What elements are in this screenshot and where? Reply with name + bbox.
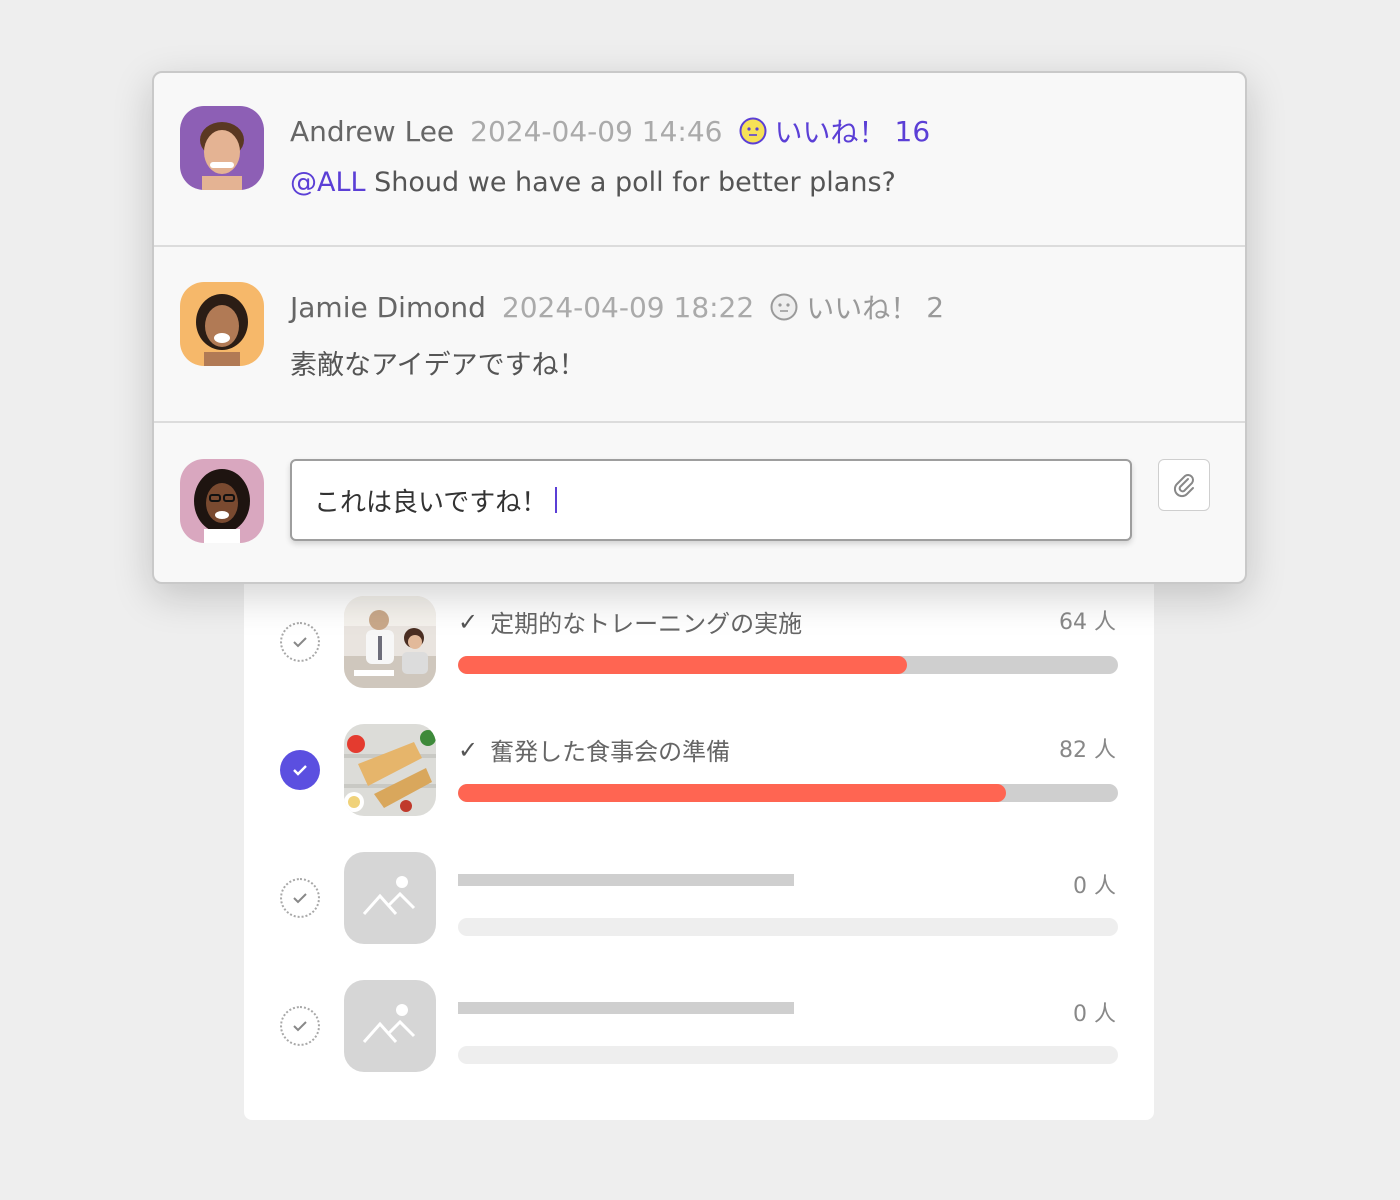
vote-progress-bar xyxy=(458,1046,1118,1064)
divider xyxy=(154,421,1245,423)
timestamp: 2024-04-09 18:22 xyxy=(501,290,755,324)
training-photo xyxy=(344,596,436,688)
image-placeholder-icon xyxy=(362,876,416,915)
like-count: 2 xyxy=(926,290,945,324)
option-label-skeleton xyxy=(458,874,794,886)
like-label: いいね！ xyxy=(806,292,919,325)
image-placeholder xyxy=(344,980,436,1072)
poll-option-text: 定期的なトレーニングの実施 xyxy=(490,610,803,638)
timestamp: 2024-04-09 14:46 xyxy=(470,114,723,148)
attach-button[interactable] xyxy=(1158,459,1210,511)
check-icon xyxy=(293,1021,307,1032)
check-icon xyxy=(293,637,307,648)
emoji-icon xyxy=(770,293,798,321)
option-label-skeleton xyxy=(458,1002,794,1014)
vote-check-button[interactable] xyxy=(280,1006,320,1046)
reply-input-value: これは良いですね！ xyxy=(314,487,548,518)
mention-tag[interactable]: @ALL xyxy=(290,167,366,198)
like-button[interactable]: いいね！ 2 xyxy=(770,287,944,327)
check-icon: ✓ xyxy=(458,735,479,764)
comment-text: @ALL Shoud we have a poll for better pla… xyxy=(290,167,896,198)
vote-progress-bar xyxy=(458,784,1118,802)
poll-card: ✓ 定期的なトレーニングの実施 64 人 ✓ 奮発した食事会の準備 82 人 0… xyxy=(244,560,1154,1120)
author-name[interactable]: Andrew Lee xyxy=(290,115,454,148)
comment-meta: Jamie Dimond 2024-04-09 18:22 いいね！ 2 xyxy=(290,287,944,327)
vote-check-button[interactable] xyxy=(280,622,320,662)
vote-count: 0 人 xyxy=(1073,874,1116,899)
vote-check-button[interactable] xyxy=(280,750,320,790)
vote-count: 82 人 xyxy=(1059,738,1116,763)
food-photo xyxy=(344,724,436,816)
check-icon: ✓ xyxy=(458,607,479,636)
emoji-icon xyxy=(739,117,766,145)
check-icon xyxy=(293,893,307,904)
vote-progress-fill xyxy=(458,784,1006,802)
vote-progress-fill xyxy=(458,656,907,674)
vote-count: 64 人 xyxy=(1059,610,1116,635)
like-label: いいね！ xyxy=(774,116,887,149)
paperclip-icon xyxy=(1173,474,1194,498)
comment-text: 素敵なアイデアですね！ xyxy=(290,343,586,382)
text-caret xyxy=(555,487,558,513)
check-icon xyxy=(293,765,307,776)
poll-option-text: 奮発した食事会の準備 xyxy=(490,738,731,766)
image-placeholder xyxy=(344,852,436,944)
vote-count: 0 人 xyxy=(1073,1002,1116,1027)
vote-check-button[interactable] xyxy=(280,878,320,918)
avatar xyxy=(180,106,264,190)
comment-body: 素敵なアイデアですね！ xyxy=(290,350,586,381)
like-button[interactable]: いいね！ 16 xyxy=(739,111,931,151)
comment-item: Jamie Dimond 2024-04-09 18:22 いいね！ 2 素敵な… xyxy=(154,247,1245,421)
poll-option[interactable]: 0 人 xyxy=(244,852,1154,944)
poll-option[interactable]: ✓ 定期的なトレーニングの実施 64 人 xyxy=(244,596,1154,688)
comment-item: Andrew Lee 2024-04-09 14:46 いいね！ 16 @ALL… xyxy=(154,73,1245,245)
vote-progress-bar xyxy=(458,918,1118,936)
poll-option[interactable]: 0 人 xyxy=(244,980,1154,1072)
like-count: 16 xyxy=(894,114,931,148)
avatar xyxy=(180,282,264,366)
poll-option[interactable]: ✓ 奮発した食事会の準備 82 人 xyxy=(244,724,1154,816)
comment-body: Shoud we have a poll for better plans? xyxy=(374,167,896,198)
comment-thread-card: Andrew Lee 2024-04-09 14:46 いいね！ 16 @ALL… xyxy=(152,71,1247,584)
vote-progress-bar xyxy=(458,656,1118,674)
comment-meta: Andrew Lee 2024-04-09 14:46 いいね！ 16 xyxy=(290,111,930,151)
current-user-avatar xyxy=(180,459,264,543)
author-name[interactable]: Jamie Dimond xyxy=(290,291,486,324)
reply-input[interactable]: これは良いですね！ xyxy=(290,459,1132,541)
poll-option-label: ✓ 奮発した食事会の準備 xyxy=(458,732,730,767)
image-placeholder-icon xyxy=(362,1004,416,1043)
poll-option-label: ✓ 定期的なトレーニングの実施 xyxy=(458,604,802,639)
